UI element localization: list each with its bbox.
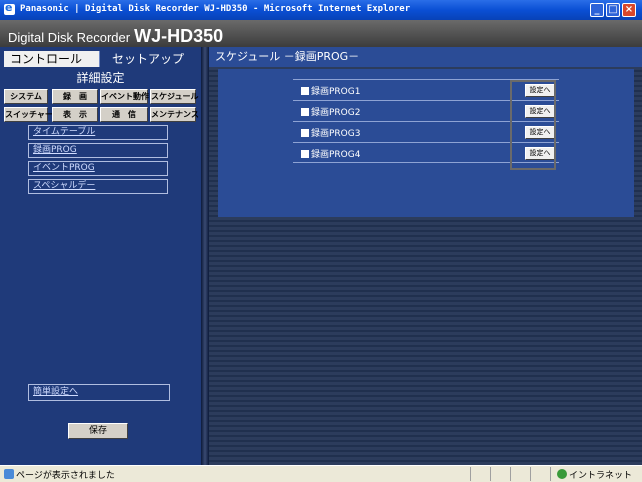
category-maintenance-button[interactable]: メンテナンス — [150, 107, 199, 122]
maximize-button[interactable]: □ — [606, 3, 620, 17]
menu-timetable-link[interactable]: タイムテーブル — [28, 125, 168, 140]
category-schedule-button[interactable]: スケジュール — [150, 89, 198, 104]
status-bar: ページが表示されました イントラネット — [0, 465, 642, 482]
status-separator — [510, 467, 511, 481]
program-label: 録画PROG2 — [301, 105, 360, 118]
page-title: スケジュール －録画PROG－ — [209, 47, 642, 67]
category-switcher-button[interactable]: スイッチャー — [4, 107, 53, 122]
status-separator — [490, 467, 491, 481]
brand-text: Digital Disk Recorder — [8, 30, 131, 45]
page-icon — [4, 469, 14, 479]
program-name: 録画PROG2 — [311, 108, 361, 118]
program-label: 録画PROG4 — [301, 147, 360, 160]
close-button[interactable]: × — [622, 3, 636, 17]
program-label: 録画PROG3 — [301, 126, 360, 139]
close-icon: × — [624, 4, 634, 15]
window-title: Panasonic | Digital Disk Recorder WJ-HD3… — [20, 4, 411, 14]
program-name: 録画PROG1 — [311, 87, 361, 97]
category-system-button[interactable]: システム — [4, 89, 48, 104]
sidebar-title: 詳細設定 — [76, 71, 125, 85]
square-bullet-icon — [301, 87, 309, 95]
tab-setup[interactable]: セットアップ — [99, 51, 197, 67]
status-text: ページが表示されました — [16, 471, 115, 481]
security-zone: イントラネット — [569, 471, 633, 481]
model-name: WJ-HD350 — [134, 26, 224, 46]
window-titlebar: Panasonic | Digital Disk Recorder WJ-HD3… — [0, 0, 642, 20]
category-display-button[interactable]: 表 示 — [52, 107, 98, 122]
panel-divider — [201, 47, 209, 465]
app-header: Digital Disk Recorder WJ-HD350 — [0, 20, 642, 47]
menu-event-prog-link[interactable]: イベントPROG — [28, 161, 168, 176]
sidebar: コントロール セットアップ 詳細設定 システム 録 画 イベント動作 スケジュー… — [0, 47, 201, 465]
program-name: 録画PROG4 — [311, 150, 361, 160]
square-bullet-icon — [301, 129, 309, 137]
menu-recording-prog-link[interactable]: 録画PROG — [28, 143, 168, 158]
square-bullet-icon — [301, 108, 309, 116]
program-box: 録画PROG1 設定へ 録画PROG2 設定へ 録画PROG3 設定へ 録画PR… — [218, 69, 634, 217]
maximize-icon: □ — [608, 4, 618, 15]
intranet-icon — [557, 469, 567, 479]
save-button[interactable]: 保存 — [68, 423, 128, 439]
status-separator — [470, 467, 471, 481]
category-communication-button[interactable]: 通 信 — [100, 107, 148, 122]
program-name: 録画PROG3 — [311, 129, 361, 139]
ie-icon — [4, 1, 15, 15]
easy-setup-link[interactable]: 簡単設定へ — [28, 384, 170, 401]
tab-control[interactable]: コントロール — [4, 51, 99, 67]
settings-button-highlight — [510, 80, 556, 170]
program-label: 録画PROG1 — [301, 84, 360, 97]
minimize-icon: _ — [594, 4, 600, 15]
status-separator — [530, 467, 531, 481]
square-bullet-icon — [301, 150, 309, 158]
status-separator — [550, 467, 551, 481]
main-panel: スケジュール －録画PROG－ 録画PROG1 設定へ 録画PROG2 設定へ … — [209, 47, 642, 465]
menu-special-day-link[interactable]: スペシャルデー — [28, 179, 168, 194]
minimize-button[interactable]: _ — [590, 3, 604, 17]
category-recording-button[interactable]: 録 画 — [52, 89, 98, 104]
category-event-button[interactable]: イベント動作 — [100, 89, 149, 104]
product-brand: Digital Disk Recorder WJ-HD350 — [8, 26, 223, 47]
